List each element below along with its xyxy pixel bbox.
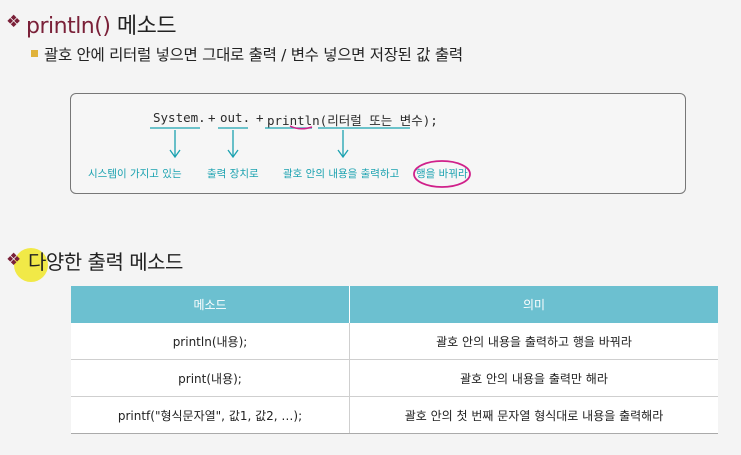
- annotation-println: 괄호 안의 내용을 출력하고: [283, 168, 400, 180]
- annotation-out: 출력 장치로: [207, 168, 259, 180]
- section-title-output-methods: 다양한 출력 메소드: [28, 250, 183, 274]
- table-row: printf("형식문자열", 값1, 값2, …); 괄호 안의 첫 번째 문…: [71, 396, 718, 434]
- table-cell-method: println(내용);: [71, 323, 350, 360]
- table-cell-meaning: 괄호 안의 첫 번째 문자열 형식대로 내용을 출력해라: [349, 396, 718, 434]
- table-header-method: 메소드: [71, 286, 350, 323]
- output-methods-table: 메소드 의미 println(내용); 괄호 안의 내용을 출력하고 행을 바꿔…: [71, 286, 718, 434]
- table-cell-meaning: 괄호 안의 내용을 출력하고 행을 바꿔라: [349, 323, 718, 360]
- table-row: println(내용); 괄호 안의 내용을 출력하고 행을 바꿔라: [71, 323, 718, 360]
- diamond-bullet-icon: ❖: [6, 250, 22, 270]
- table-cell-meaning: 괄호 안의 내용을 출력만 해라: [349, 359, 718, 397]
- table-row: print(내용); 괄호 안의 내용을 출력만 해라: [71, 359, 718, 397]
- table-cell-method: printf("형식문자열", 값1, 값2, …);: [71, 396, 350, 434]
- table-header-meaning: 의미: [349, 286, 718, 323]
- annotation-system: 시스템이 가지고 있는: [88, 168, 182, 180]
- annotation-newline: 행을 바꿔라: [416, 168, 468, 180]
- table-cell-method: print(내용);: [71, 359, 350, 397]
